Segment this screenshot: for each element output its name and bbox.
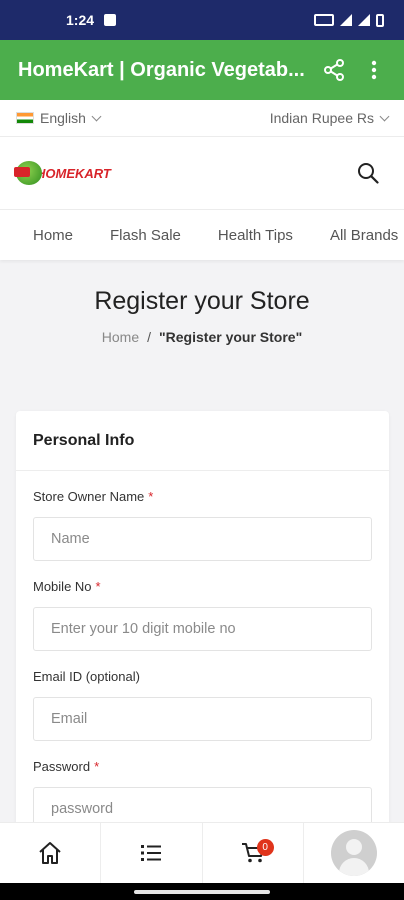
app-bar: HomeKart | Organic Vegetab... (0, 40, 404, 100)
breadcrumb: Home / "Register your Store" (0, 329, 404, 345)
more-vert-icon[interactable] (358, 54, 390, 86)
volte-icon (314, 14, 334, 26)
list-icon (141, 845, 162, 861)
email-input[interactable] (33, 697, 372, 741)
currency-label: Indian Rupee Rs (269, 110, 374, 126)
nav-item-flash-sale[interactable]: Flash Sale (110, 227, 181, 244)
store-owner-name-input[interactable] (33, 517, 372, 561)
chevron-down-icon (91, 111, 102, 121)
bottom-nav-account[interactable] (304, 823, 404, 883)
store-owner-name-label: Store Owner Name (33, 489, 145, 504)
language-label: English (40, 110, 86, 126)
signal-icon (358, 14, 370, 26)
currency-selector[interactable]: Indian Rupee Rs (269, 110, 390, 126)
top-bar: English Indian Rupee Rs (0, 100, 404, 137)
field-label: Store Owner Name * (33, 489, 372, 507)
breadcrumb-separator: / (147, 329, 152, 345)
password-label: Password (33, 759, 91, 774)
gallery-notification-icon (104, 14, 117, 26)
required-marker: * (148, 489, 154, 504)
breadcrumb-current: "Register your Store" (159, 329, 303, 345)
homekart-logo[interactable]: HOMEKART (14, 161, 111, 185)
mobile-no-label: Mobile No (33, 579, 92, 594)
status-bar: 1:24 (0, 0, 404, 40)
search-icon[interactable] (354, 159, 382, 187)
password-field: Password * (16, 759, 389, 831)
language-selector[interactable]: English (16, 110, 102, 126)
registration-form-card: Personal Info Store Owner Name* Mobile N… (16, 411, 389, 831)
page-title: Register your Store (94, 287, 310, 315)
chevron-down-icon (379, 111, 390, 121)
home-icon (39, 842, 61, 864)
wifi-icon (340, 14, 352, 26)
app-title: HomeKart | Organic Vegetab... (18, 58, 305, 81)
mobile-no-input[interactable] (33, 607, 372, 651)
mobile-no-field: Mobile No * (16, 579, 389, 651)
site-header: HOMEKART (0, 137, 404, 210)
logo-mark-icon (14, 161, 42, 185)
field-label: Email ID (optional) (33, 669, 372, 687)
bottom-nav-cart[interactable]: 0 (203, 823, 304, 883)
field-label: Password * (33, 759, 372, 777)
battery-icon (376, 13, 384, 27)
status-icons (314, 13, 384, 27)
bottom-nav-home[interactable] (0, 823, 102, 883)
india-flag-icon (16, 112, 34, 124)
nav-item-home[interactable]: Home (33, 227, 73, 244)
home-gesture-handle[interactable] (134, 889, 270, 894)
required-marker: * (94, 759, 100, 774)
main-nav: Home Flash Sale Health Tips All Brands (0, 210, 404, 260)
email-field: Email ID (optional) (16, 669, 389, 741)
section-title: Personal Info (16, 411, 389, 471)
cart-count-badge: 0 (256, 839, 274, 856)
bottom-nav-categories[interactable] (101, 823, 203, 883)
status-time: 1:24 (66, 12, 95, 28)
breadcrumb-home[interactable]: Home (102, 329, 139, 345)
share-icon[interactable] (318, 54, 350, 86)
store-owner-name-field: Store Owner Name * (16, 489, 389, 561)
logo-text: HOMEKART (36, 165, 111, 181)
required-marker: * (95, 579, 101, 594)
gesture-bar (0, 883, 404, 900)
page-header: Register your Store Home / "Register your … (0, 260, 404, 410)
avatar (330, 830, 377, 876)
nav-item-all-brands[interactable]: All Brands (330, 227, 398, 244)
bottom-nav: 0 (0, 822, 404, 883)
nav-item-health-tips[interactable]: Health Tips (218, 227, 293, 244)
field-label: Mobile No * (33, 579, 372, 597)
email-label: Email ID (optional) (33, 669, 140, 684)
